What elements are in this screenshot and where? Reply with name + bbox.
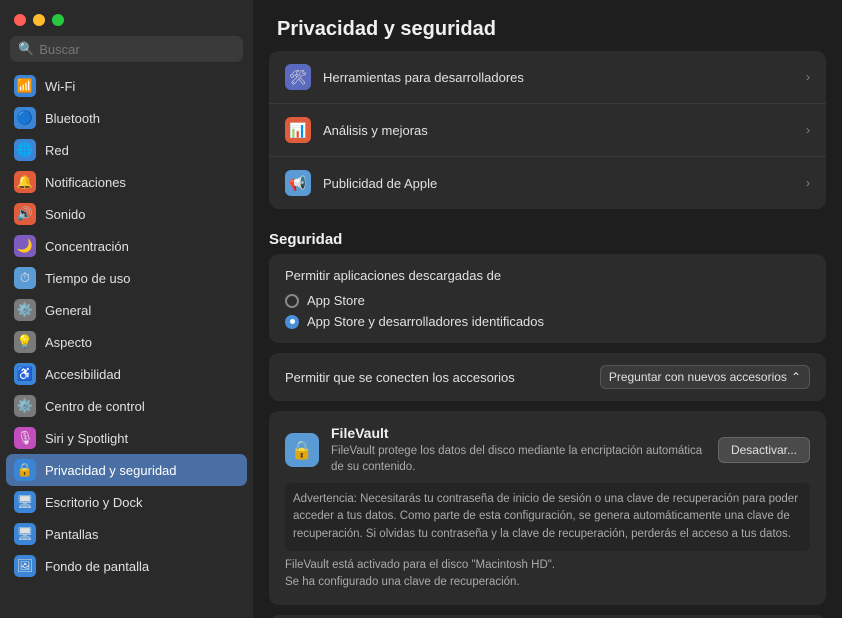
accessories-select[interactable]: Preguntar con nuevos accesorios ⌃ (600, 365, 810, 389)
accessories-card: Permitir que se conecten los accesorios … (269, 353, 826, 401)
escritorio-y-dock-icon: 🖥 (14, 491, 36, 513)
sidebar-list: 📶 Wi-Fi 🔵 Bluetooth 🌐 Red 🔔 Notificacion… (0, 70, 253, 618)
sidebar-item-aspecto[interactable]: 💡 Aspecto (6, 326, 247, 358)
analisis-icon: 📊 (285, 117, 311, 143)
sidebar-item-tiempo-de-uso[interactable]: ⏱ Tiempo de uso (6, 262, 247, 294)
sidebar: 🔍 📶 Wi-Fi 🔵 Bluetooth 🌐 Red 🔔 Notificaci… (0, 0, 253, 618)
sidebar-item-sonido[interactable]: 🔊 Sonido (6, 198, 247, 230)
search-input[interactable] (39, 42, 235, 57)
sidebar-label-general: General (45, 303, 91, 318)
close-button[interactable] (14, 14, 26, 26)
publicidad-icon: 📢 (285, 170, 311, 196)
aspecto-icon: 💡 (14, 331, 36, 353)
wifi-icon: 📶 (14, 75, 36, 97)
card-row-herramientas[interactable]: 🛠 Herramientas para desarrolladores › (269, 51, 826, 104)
sidebar-label-centro-de-control: Centro de control (45, 399, 145, 414)
sidebar-item-privacidad-y-seguridad[interactable]: 🔒 Privacidad y seguridad (6, 454, 247, 486)
chevron-right-icon: › (806, 70, 810, 84)
seguridad-title: Seguridad (269, 219, 826, 254)
filevault-status1: FileVault está activado para el disco "M… (285, 557, 810, 574)
sidebar-label-accesibilidad: Accesibilidad (45, 367, 121, 382)
sidebar-label-privacidad-y-seguridad: Privacidad y seguridad (45, 463, 177, 478)
tiempo-de-uso-icon: ⏱ (14, 267, 36, 289)
filevault-card: 🔒 FileVault FileVault protege los datos … (269, 411, 826, 605)
sidebar-item-wifi[interactable]: 📶 Wi-Fi (6, 70, 247, 102)
maximize-button[interactable] (52, 14, 64, 26)
radio-group: App Store App Store y desarrolladores id… (285, 293, 810, 329)
herramientas-label: Herramientas para desarrolladores (323, 70, 806, 85)
pantallas-icon: 🖥 (14, 523, 36, 545)
radio-app-store-dev[interactable]: App Store y desarrolladores identificado… (285, 314, 810, 329)
herramientas-icon: 🛠 (285, 64, 311, 90)
sidebar-label-escritorio-y-dock: Escritorio y Dock (45, 495, 143, 510)
red-icon: 🌐 (14, 139, 36, 161)
accesibilidad-icon: ♿ (14, 363, 36, 385)
top-card: 🛠 Herramientas para desarrolladores › 📊 … (269, 51, 826, 209)
radio-circle-app-store-dev (285, 315, 299, 329)
filevault-icon: 🔒 (285, 433, 319, 467)
radio-label-app-store: App Store (307, 293, 365, 308)
radio-app-store[interactable]: App Store (285, 293, 810, 308)
filevault-info: FileVault FileVault protege los datos de… (331, 425, 718, 475)
content-area: 🛠 Herramientas para desarrolladores › 📊 … (253, 51, 842, 618)
radio-circle-app-store (285, 294, 299, 308)
centro-de-control-icon: ⚙️ (14, 395, 36, 417)
notificaciones-icon: 🔔 (14, 171, 36, 193)
chevron-down-icon: ⌃ (791, 370, 801, 384)
sidebar-label-aspecto: Aspecto (45, 335, 92, 350)
card-row-analisis[interactable]: 📊 Análisis y mejoras › (269, 104, 826, 157)
sidebar-label-sonido: Sonido (45, 207, 85, 222)
concentracion-icon: 🌙 (14, 235, 36, 257)
sidebar-label-fondo-de-pantalla: Fondo de pantalla (45, 559, 149, 574)
siri-y-spotlight-icon: 🎙 (14, 427, 36, 449)
sonido-icon: 🔊 (14, 203, 36, 225)
privacidad-y-seguridad-icon: 🔒 (14, 459, 36, 481)
traffic-lights (0, 0, 253, 36)
sidebar-item-accesibilidad[interactable]: ♿ Accesibilidad (6, 358, 247, 390)
sidebar-item-escritorio-y-dock[interactable]: 🖥 Escritorio y Dock (6, 486, 247, 518)
sidebar-label-tiempo-de-uso: Tiempo de uso (45, 271, 131, 286)
sidebar-label-siri-y-spotlight: Siri y Spotlight (45, 431, 128, 446)
filevault-desc: FileVault protege los datos del disco me… (331, 443, 718, 475)
main-content: Privacidad y seguridad 🛠 Herramientas pa… (253, 0, 842, 618)
sidebar-label-concentracion: Concentración (45, 239, 129, 254)
sidebar-item-red[interactable]: 🌐 Red (6, 134, 247, 166)
bluetooth-icon: 🔵 (14, 107, 36, 129)
sidebar-item-fondo-de-pantalla[interactable]: 🖼 Fondo de pantalla (6, 550, 247, 582)
sidebar-label-red: Red (45, 143, 69, 158)
general-icon: ⚙️ (14, 299, 36, 321)
sidebar-label-bluetooth: Bluetooth (45, 111, 100, 126)
chevron-right-icon: › (806, 176, 810, 190)
chevron-right-icon: › (806, 123, 810, 137)
sidebar-label-notificaciones: Notificaciones (45, 175, 126, 190)
sidebar-item-notificaciones[interactable]: 🔔 Notificaciones (6, 166, 247, 198)
sidebar-label-pantallas: Pantallas (45, 527, 98, 542)
sidebar-item-siri-y-spotlight[interactable]: 🎙 Siri y Spotlight (6, 422, 247, 454)
minimize-button[interactable] (33, 14, 45, 26)
card-row-publicidad[interactable]: 📢 Publicidad de Apple › (269, 157, 826, 209)
search-bar[interactable]: 🔍 (10, 36, 243, 62)
sidebar-item-concentracion[interactable]: 🌙 Concentración (6, 230, 247, 262)
publicidad-label: Publicidad de Apple (323, 176, 806, 191)
apps-allowed-card: Permitir aplicaciones descargadas de App… (269, 254, 826, 343)
apps-allowed-title: Permitir aplicaciones descargadas de (285, 268, 810, 283)
sidebar-label-wifi: Wi-Fi (45, 79, 75, 94)
sidebar-item-bluetooth[interactable]: 🔵 Bluetooth (6, 102, 247, 134)
accessories-label: Permitir que se conecten los accesorios (285, 370, 600, 385)
page-title: Privacidad y seguridad (253, 0, 842, 51)
fondo-de-pantalla-icon: 🖼 (14, 555, 36, 577)
filevault-status2: Se ha configurado una clave de recuperac… (285, 574, 810, 591)
accessories-value: Preguntar con nuevos accesorios (609, 370, 787, 384)
filevault-deactivate-button[interactable]: Desactivar... (718, 437, 810, 463)
search-icon: 🔍 (18, 41, 34, 57)
radio-label-app-store-dev: App Store y desarrolladores identificado… (307, 314, 544, 329)
sidebar-item-pantallas[interactable]: 🖥 Pantallas (6, 518, 247, 550)
filevault-warning: Advertencia: Necesitarás tu contraseña d… (285, 483, 810, 551)
sidebar-item-centro-de-control[interactable]: ⚙️ Centro de control (6, 390, 247, 422)
analisis-label: Análisis y mejoras (323, 123, 806, 138)
sidebar-item-general[interactable]: ⚙️ General (6, 294, 247, 326)
filevault-name: FileVault (331, 425, 718, 441)
